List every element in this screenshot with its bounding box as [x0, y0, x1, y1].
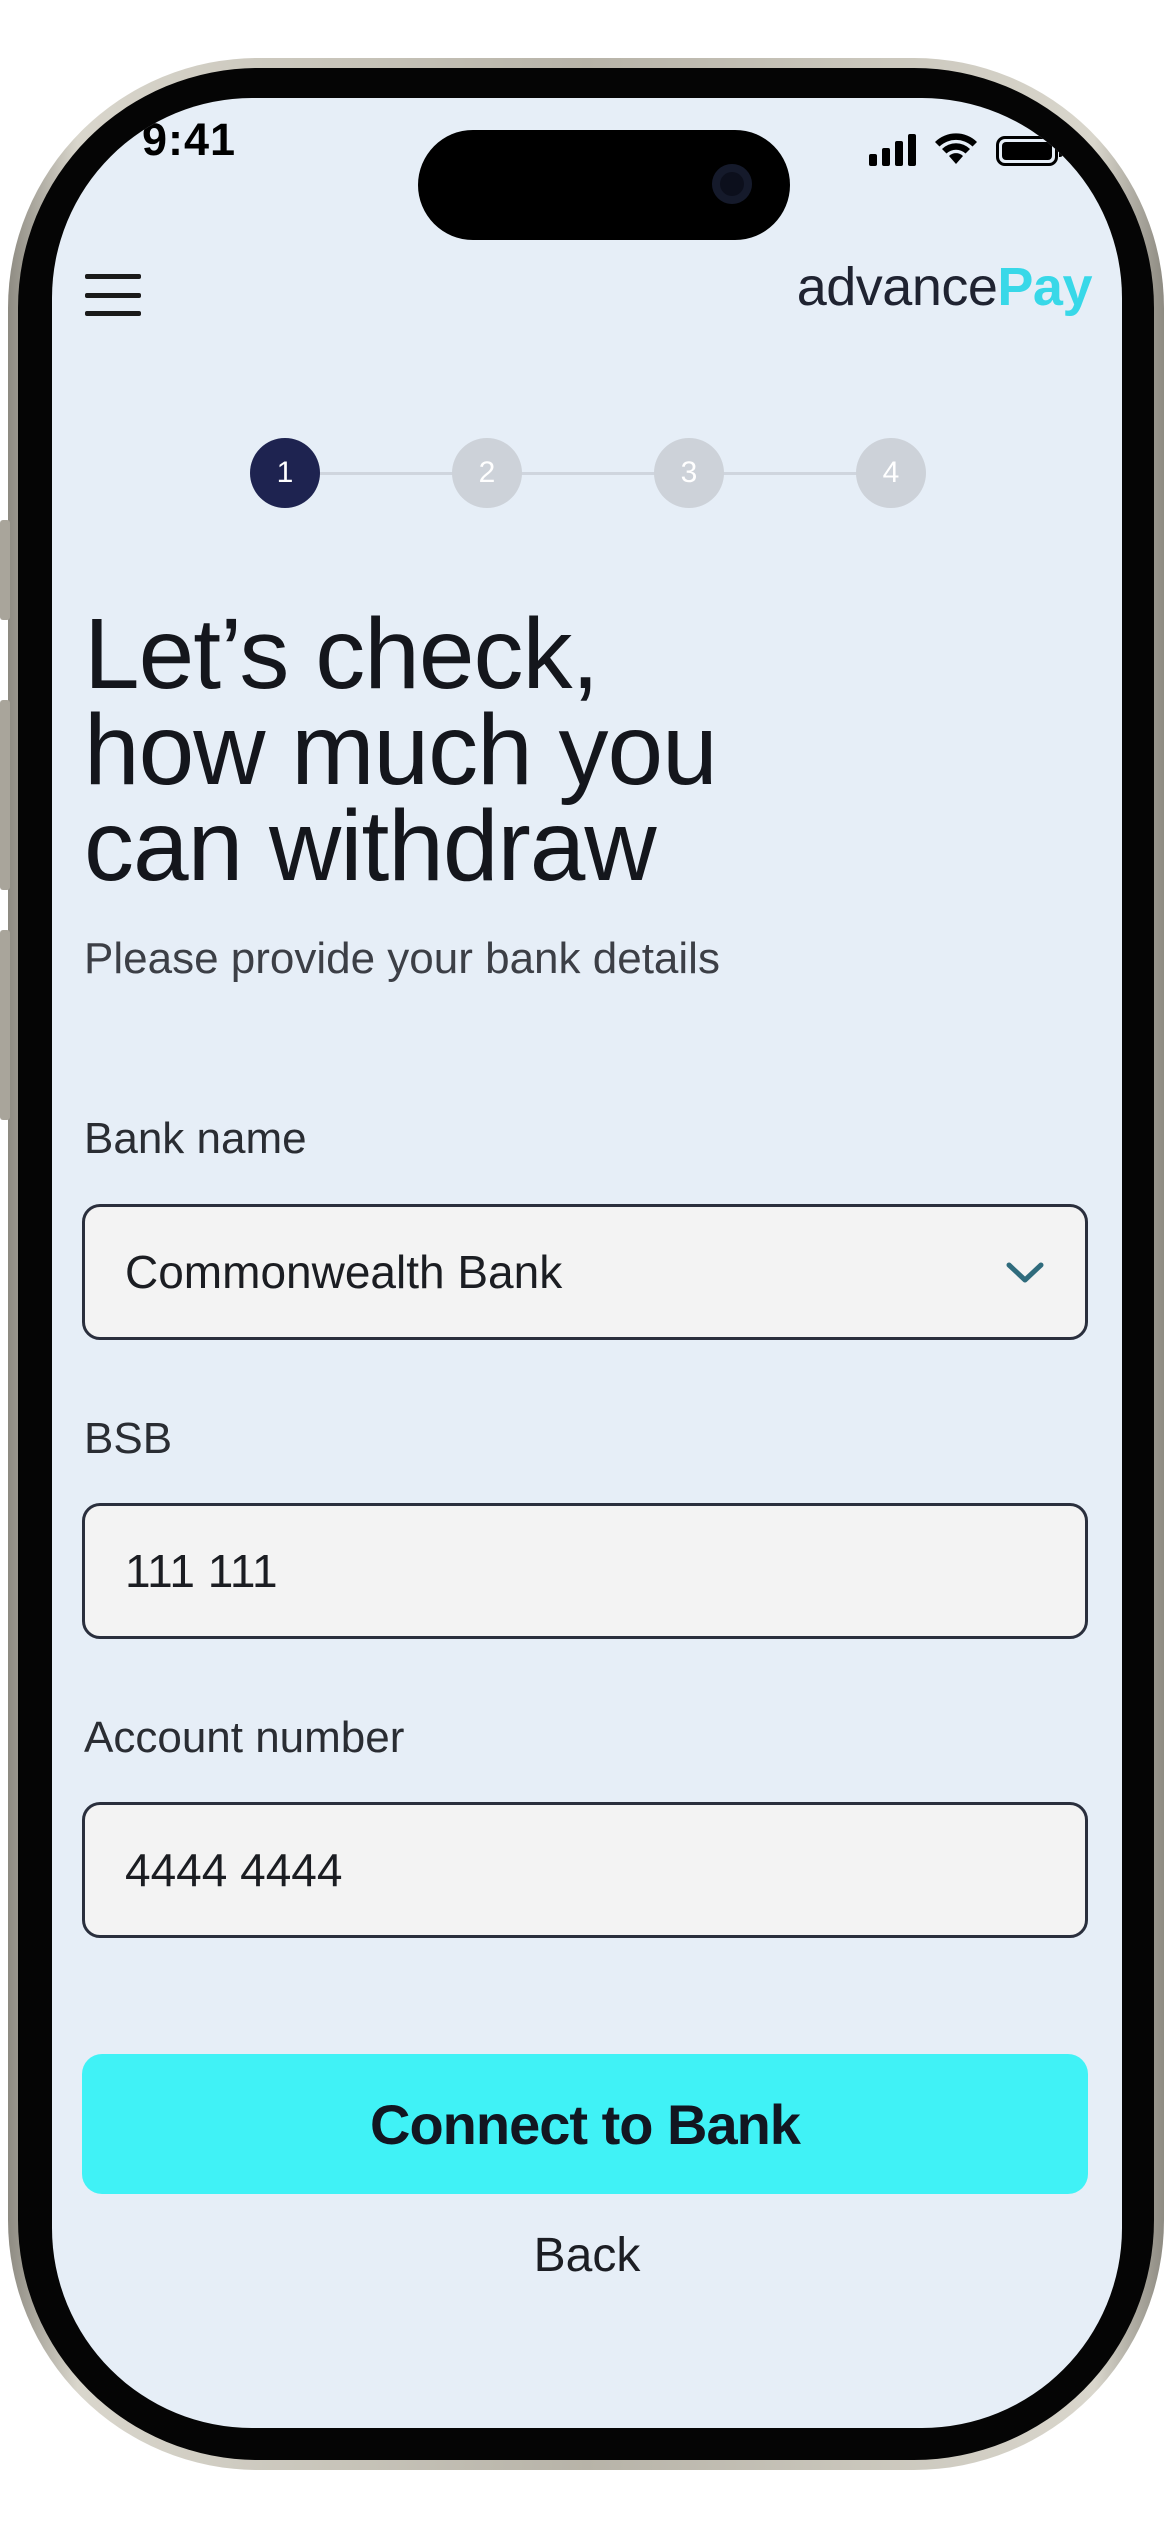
bank-name-value: Commonwealth Bank [125, 1246, 563, 1298]
status-time: 9:41 [142, 114, 237, 165]
account-number-value: 4444 4444 [125, 1844, 343, 1896]
page-title-line-2: how much you [84, 694, 718, 806]
bsb-value: 111 111 [125, 1545, 278, 1597]
page-title-line-1: Let’s check, [84, 598, 599, 710]
hamburger-menu-icon[interactable] [85, 274, 141, 316]
logo-primary-text: advance [796, 257, 998, 317]
bsb-input[interactable]: 111 111 [82, 1503, 1088, 1639]
status-icons [869, 126, 1063, 166]
app-screen: 9:41 advancePay 1 2 3 4 Let’s check, how… [52, 98, 1122, 2428]
account-number-input[interactable]: 4444 4444 [82, 1802, 1088, 1938]
step-4: 4 [856, 438, 926, 508]
step-2: 2 [452, 438, 522, 508]
logo-accent-text: Pay [997, 257, 1092, 317]
stepper-line [285, 472, 891, 475]
front-camera-icon [712, 164, 752, 204]
action-button [0, 520, 10, 620]
back-button[interactable]: Back [52, 2228, 1122, 2283]
bank-name-select[interactable]: Commonwealth Bank [82, 1204, 1088, 1340]
page-title-line-3: can withdraw [84, 790, 657, 902]
battery-icon [996, 136, 1063, 166]
page-title: Let’s check, how much you can withdraw [84, 598, 718, 902]
volume-down-button [0, 930, 10, 1120]
progress-stepper: 1 2 3 4 [250, 438, 926, 508]
step-3: 3 [654, 438, 724, 508]
bsb-label: BSB [84, 1414, 173, 1463]
page-subtitle: Please provide your bank details [84, 934, 720, 983]
volume-up-button [0, 700, 10, 890]
advancepay-logo: advancePay [796, 256, 1093, 318]
chevron-down-icon [1006, 1262, 1044, 1283]
cellular-signal-icon [869, 132, 916, 166]
connect-to-bank-button[interactable]: Connect to Bank [82, 2054, 1088, 2194]
bank-name-label: Bank name [84, 1114, 307, 1163]
wifi-icon [935, 133, 977, 164]
account-number-label: Account number [84, 1713, 405, 1762]
step-1: 1 [250, 438, 320, 508]
dynamic-island [418, 130, 790, 240]
